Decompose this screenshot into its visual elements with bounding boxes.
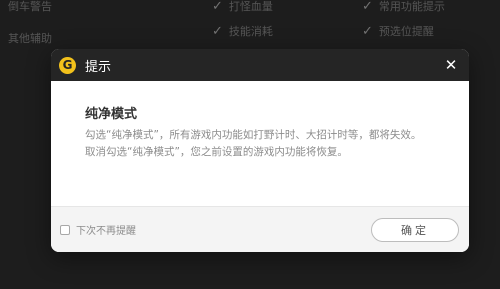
dialog-heading: 纯净模式 [85, 107, 138, 122]
pure-mode-dialog: G 提示 ✕ 纯净模式 勾选“纯净模式”，所有游戏内功能如打野计时、大招计时等，… [51, 49, 469, 252]
dialog-body: 纯净模式 勾选“纯净模式”，所有游戏内功能如打野计时、大招计时等，都将失效。 取… [51, 81, 469, 161]
confirm-button[interactable]: 确定 [371, 217, 459, 242]
dialog-title: 提示 [85, 59, 112, 75]
dialog-paragraph-2: 取消勾选“纯净模式”，您之前设置的游戏内功能将恢复。 [85, 146, 348, 158]
checkbox-box[interactable] [60, 224, 70, 235]
dont-remind-checkbox[interactable]: 下次不再提醒 [60, 222, 136, 237]
app-logo-icon: G [59, 56, 76, 74]
dialog-footer: 下次不再提醒 确定 [51, 206, 469, 252]
dialog-title-bar[interactable]: G 提示 ✕ [51, 49, 469, 81]
dialog-paragraph-1: 勾选“纯净模式”，所有游戏内功能如打野计时、大招计时等，都将失效。 [85, 129, 422, 141]
close-icon[interactable]: ✕ [443, 56, 459, 74]
dont-remind-label: 下次不再提醒 [76, 226, 136, 237]
